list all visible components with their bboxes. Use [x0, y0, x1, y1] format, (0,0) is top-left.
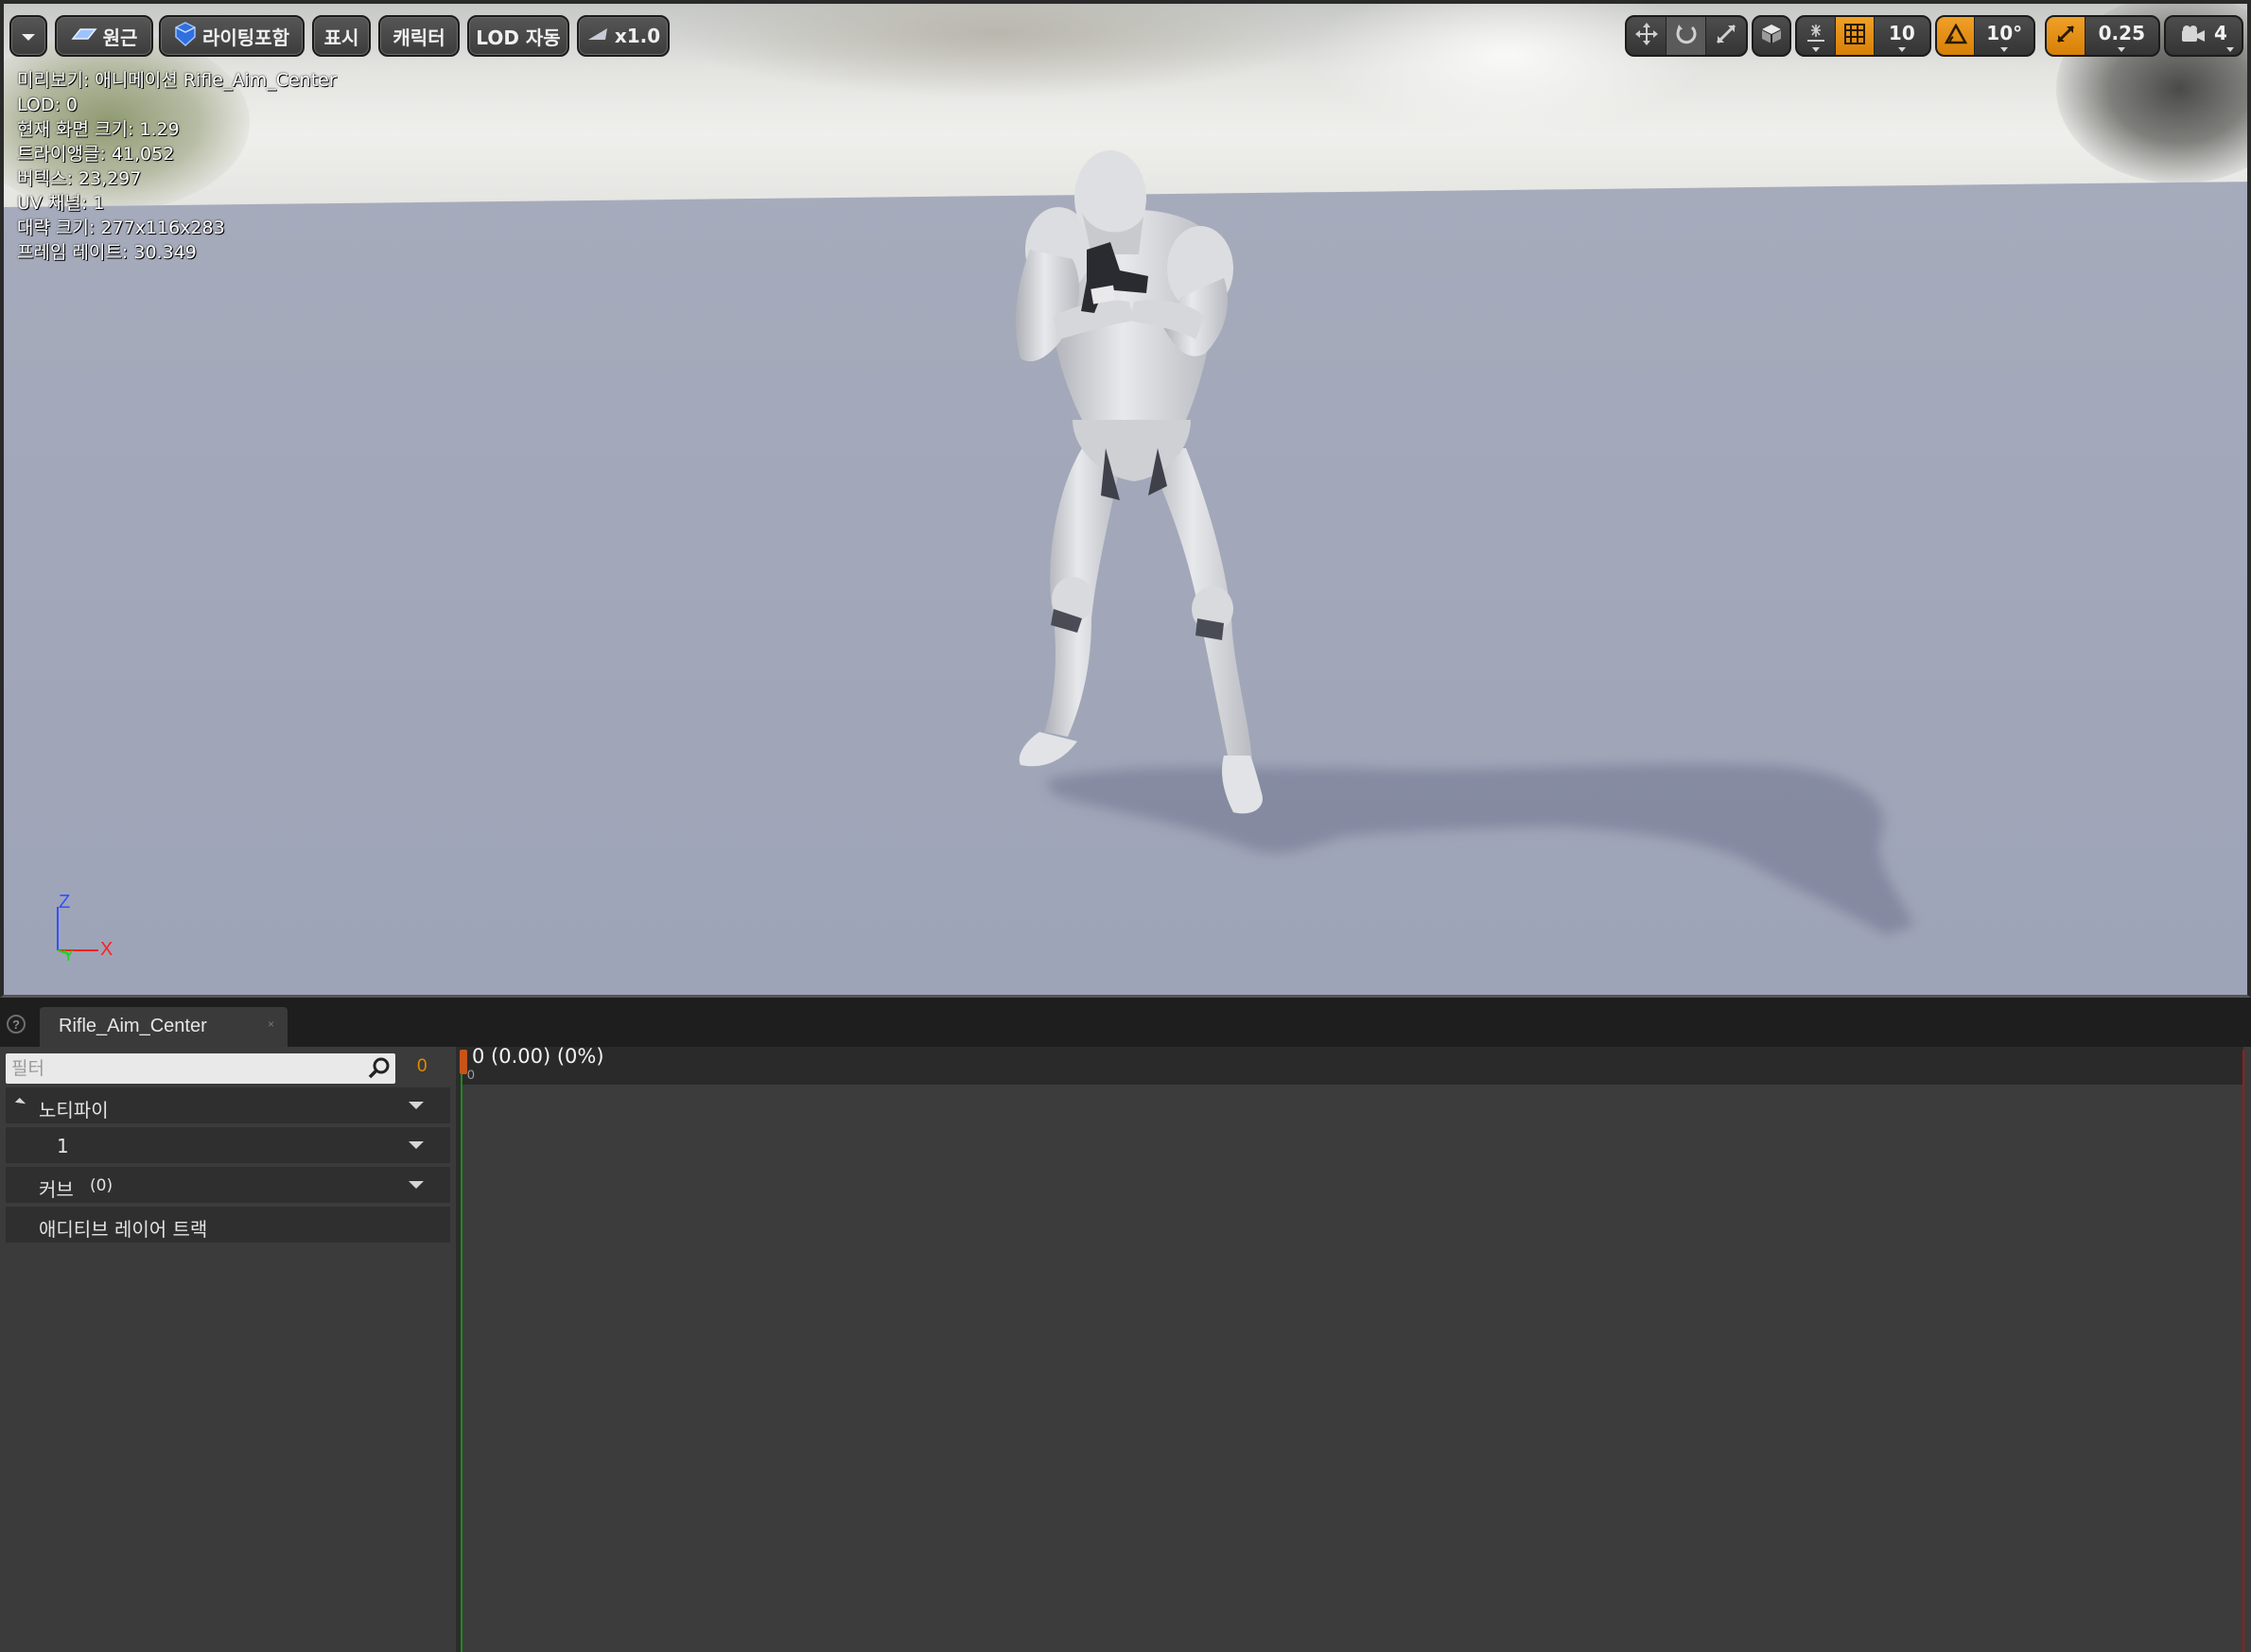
tab-close-icon[interactable]: ×	[268, 1017, 274, 1031]
timeline-track-area[interactable]	[461, 1047, 2251, 1652]
stat-vertices: 버텍스: 23,297	[17, 168, 142, 189]
curves-count: (0)	[90, 1176, 113, 1195]
axis-y-label: Y	[63, 948, 74, 965]
end-range-marker[interactable]	[2242, 1050, 2244, 1652]
axis-x-label: X	[100, 939, 113, 960]
camera-speed-value: 4	[2214, 22, 2227, 44]
surface-snap-icon	[1804, 22, 1828, 51]
tab-title: Rifle_Aim_Center	[59, 1016, 207, 1036]
notify-track-1-dropdown-icon[interactable]	[409, 1141, 424, 1149]
camera-icon	[2180, 25, 2207, 48]
notify-track-1[interactable]: 1	[6, 1127, 450, 1163]
playback-speed-label: x1.0	[614, 25, 661, 47]
expand-arrow-icon[interactable]	[14, 1097, 26, 1109]
notifies-dropdown-icon[interactable]	[409, 1102, 424, 1109]
chevron-down-icon	[21, 25, 36, 47]
additive-layer-track[interactable]: 애디티브 레이어 트랙	[6, 1207, 450, 1243]
ruler-tick-label: 0	[467, 1067, 475, 1082]
stat-frame-rate: 프레임 레이트: 30.349	[17, 242, 197, 263]
triangle-angle-icon	[1944, 22, 1967, 49]
playhead-line	[461, 1074, 462, 1652]
search-icon[interactable]	[367, 1056, 392, 1086]
lod-selector-button[interactable]: LOD 자동	[467, 15, 569, 57]
lod-selector-label: LOD 자동	[476, 26, 561, 49]
scale-snap-group: 0.25	[2045, 15, 2160, 57]
notify-track-1-label: 1	[57, 1135, 69, 1157]
rotate-icon	[1675, 23, 1698, 50]
document-tab-bar	[0, 998, 2251, 1047]
grid-icon	[1843, 23, 1865, 49]
cube-icon	[1760, 23, 1783, 50]
show-flags-button[interactable]: 표시	[312, 15, 371, 57]
stat-approx-size: 대략 크기: 277x116x283	[17, 217, 225, 238]
lit-sphere-icon	[174, 21, 197, 51]
stat-screen-size: 현재 화면 크기: 1.29	[17, 119, 180, 140]
stat-lod: LOD: 0	[17, 95, 79, 115]
axis-gizmo: Z X Y	[51, 892, 127, 968]
view-mode-button[interactable]: 원근	[55, 15, 153, 57]
rotation-snap-group: 10°	[1935, 15, 2035, 57]
scale-snap-toggle[interactable]	[2047, 17, 2085, 55]
character-options-button[interactable]: 캐릭터	[378, 15, 460, 57]
notifies-track-label: 노티파이	[39, 1099, 109, 1122]
scrub-handle[interactable]	[460, 1050, 467, 1074]
transform-tools-group	[1625, 15, 1748, 57]
camera-speed-dropdown[interactable]: 4	[2166, 17, 2242, 55]
scale-snap-value-dropdown[interactable]: 0.25	[2085, 17, 2158, 55]
curves-track-header[interactable]: 커브 (0)	[6, 1167, 450, 1203]
character-options-label: 캐릭터	[393, 26, 445, 49]
scale-arrows-icon	[1715, 23, 1737, 50]
rotation-snap-toggle[interactable]	[1937, 17, 1976, 55]
curves-dropdown-icon[interactable]	[409, 1181, 424, 1189]
grid-snap-value-dropdown[interactable]: 10	[1875, 17, 1929, 55]
world-local-toggle[interactable]	[1754, 17, 1789, 55]
stat-triangles: 트라이앵글: 41,052	[17, 144, 175, 165]
translate-tool-button[interactable]	[1627, 17, 1666, 55]
tab-rifle-aim-center[interactable]: Rifle_Aim_Center ×	[40, 1007, 288, 1047]
time-ruler[interactable]	[461, 1047, 2243, 1085]
curves-track-label: 커브	[39, 1178, 74, 1201]
viewport-options-button[interactable]	[9, 15, 47, 57]
stat-preview-name: 미리보기: 애니메이션 Rifle_Aim_Center	[17, 70, 337, 91]
perspective-plane-icon	[71, 25, 97, 47]
show-flags-label: 표시	[323, 26, 359, 49]
move-arrows-icon	[1634, 22, 1659, 51]
viewport-stats-overlay: 미리보기: 애니메이션 Rifle_Aim_Center LOD: 0 현재 화…	[17, 68, 337, 265]
help-icon[interactable]: ?	[7, 1015, 26, 1034]
rotation-snap-value-dropdown[interactable]: 10°	[1975, 17, 2033, 55]
notifies-track-header[interactable]: 노티파이	[6, 1087, 450, 1123]
filter-input[interactable]	[11, 1053, 361, 1084]
filter-search-box	[6, 1053, 395, 1084]
lighting-mode-label: 라이팅포함	[202, 26, 289, 49]
scale-snap-icon	[2055, 24, 2076, 49]
stat-uv-channels: UV 채널: 1	[17, 193, 105, 214]
grid-snap-value: 10	[1888, 22, 1915, 44]
lighting-mode-button[interactable]: 라이팅포함	[159, 15, 305, 57]
grid-snap-toggle[interactable]	[1835, 17, 1875, 55]
scale-tool-button[interactable]	[1706, 17, 1746, 55]
speed-plane-icon	[586, 25, 609, 47]
axis-z-label: Z	[59, 892, 71, 913]
grid-snap-group: 10	[1795, 15, 1931, 57]
rotate-tool-button[interactable]	[1666, 17, 1706, 55]
character-mannequin	[1015, 150, 1914, 935]
animation-preview-viewport[interactable]: 미리보기: 애니메이션 Rifle_Aim_Center LOD: 0 현재 화…	[0, 0, 2251, 998]
scale-snap-value: 0.25	[2098, 22, 2145, 44]
current-time-readout: 0 (0.00) (0%)	[472, 1045, 604, 1068]
rotation-snap-value: 10°	[1986, 22, 2023, 44]
surface-snap-button[interactable]	[1797, 17, 1836, 55]
character-shadow	[1047, 763, 1914, 935]
mannequin-body	[1015, 150, 1263, 814]
frame-count: 0	[417, 1056, 428, 1076]
coordinate-space-group	[1752, 15, 1791, 57]
camera-speed-group: 4	[2164, 15, 2243, 57]
additive-layer-track-label: 애디티브 레이어 트랙	[39, 1218, 208, 1241]
playback-speed-button[interactable]: x1.0	[577, 15, 670, 57]
view-mode-label: 원근	[102, 26, 138, 49]
